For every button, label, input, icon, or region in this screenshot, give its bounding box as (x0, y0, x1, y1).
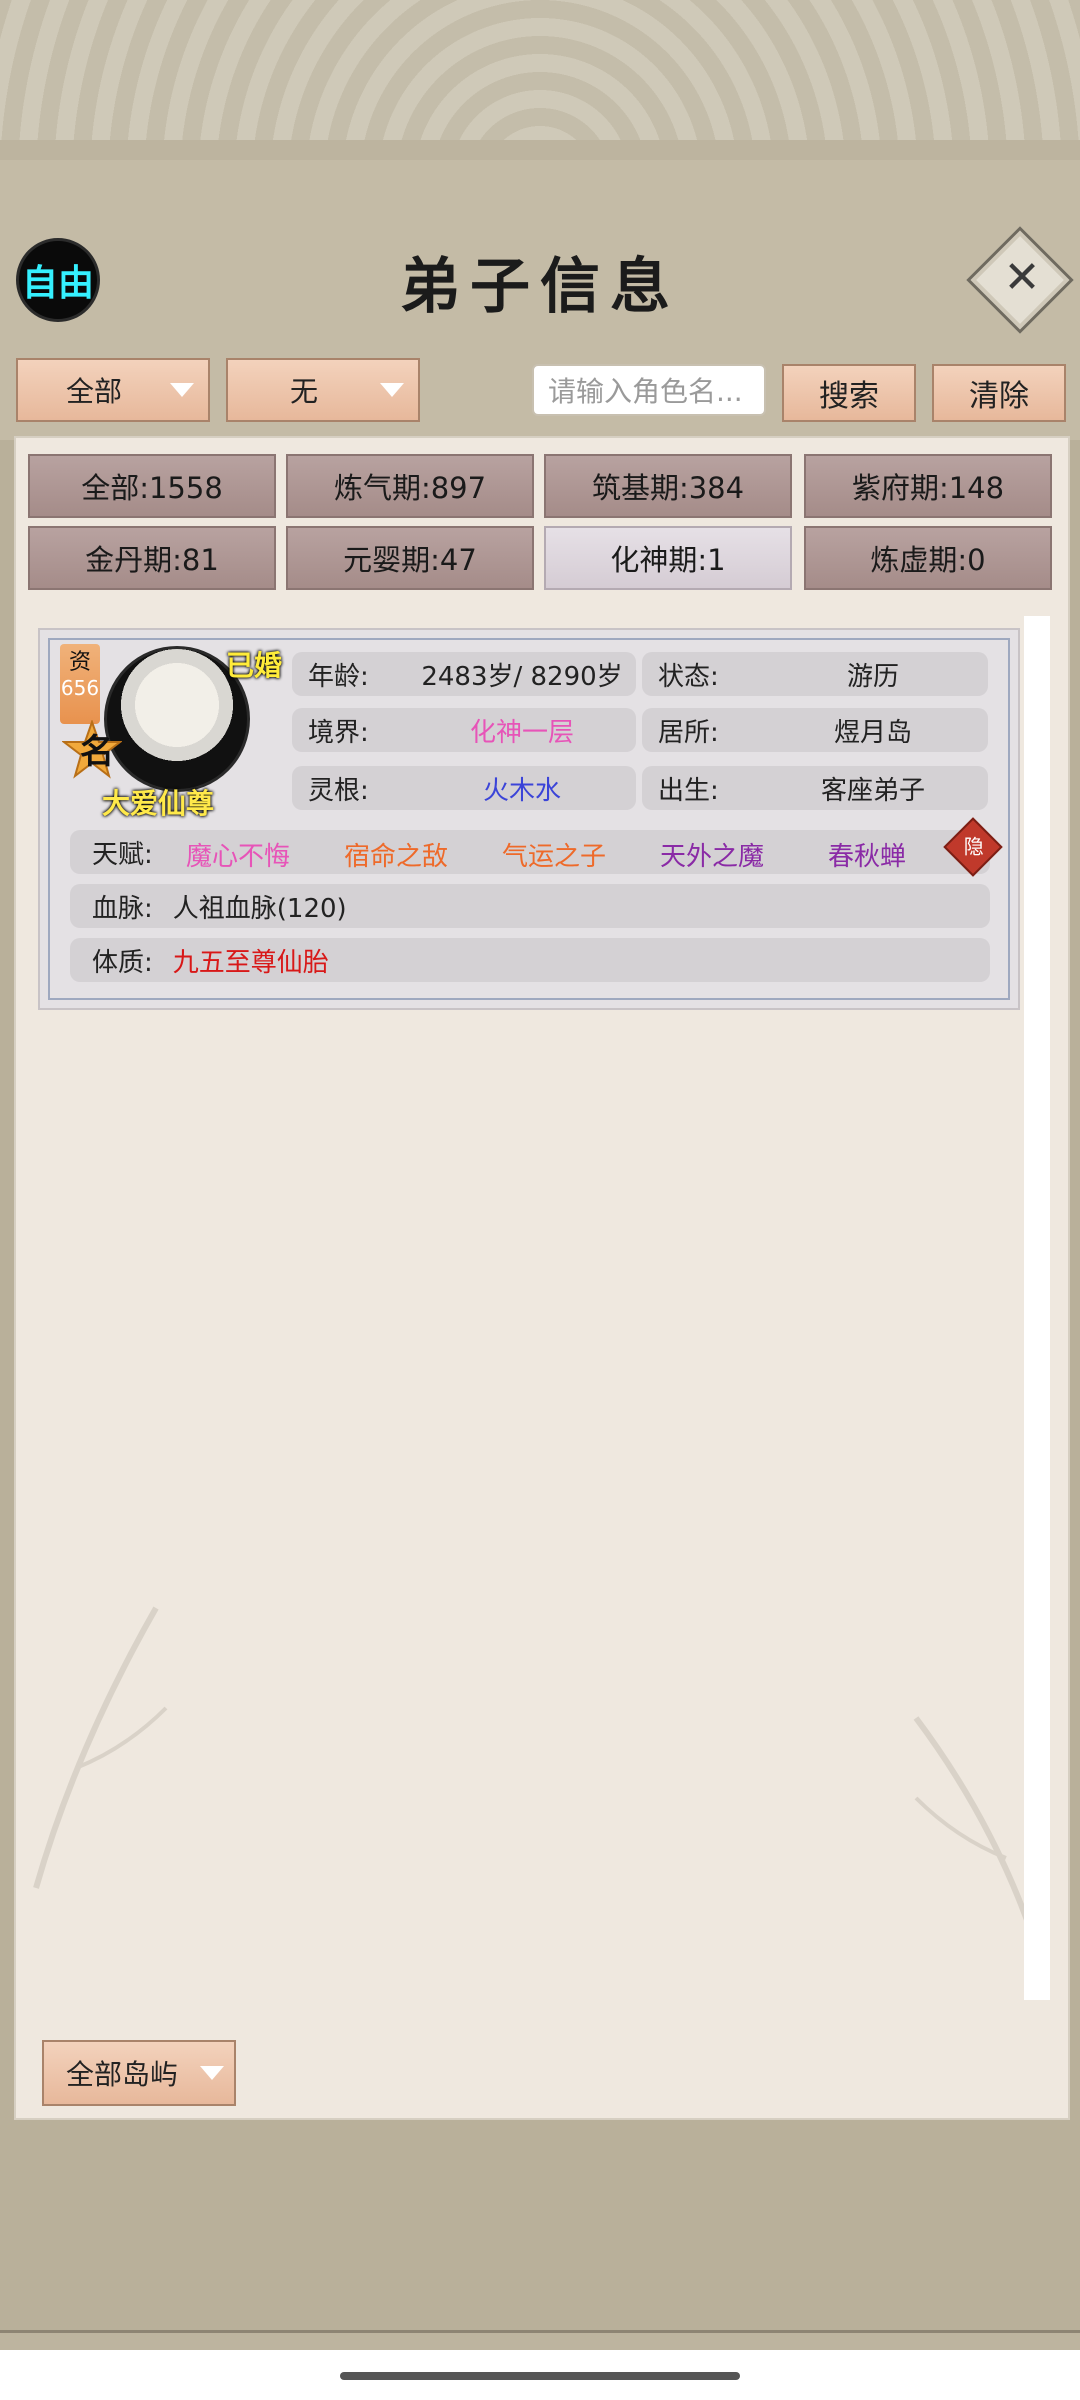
stat-void-refining[interactable]: 炼虚期:0 (804, 526, 1052, 590)
root-label: 灵根: (308, 775, 369, 806)
top-decoration (0, 0, 1080, 150)
talent-item[interactable]: 宿命之敌 (344, 836, 448, 873)
sub-filter-dropdown[interactable]: 无 (226, 358, 420, 422)
clear-button[interactable]: 清除 (932, 364, 1066, 422)
age-field: 年龄: 2483岁/ 8290岁 (292, 652, 636, 696)
origin-label: 出生: (658, 775, 719, 806)
root-field: 灵根: 火木水 (292, 766, 636, 810)
aptitude-value: 656 (60, 676, 100, 700)
stat-foundation[interactable]: 筑基期:384 (544, 454, 792, 518)
talent-item[interactable]: 气运之子 (502, 836, 606, 873)
physique-label: 体质: (92, 947, 153, 978)
chevron-down-icon (380, 383, 404, 397)
talent-label: 天赋: (92, 839, 153, 870)
root-value: 火木水 (482, 775, 561, 806)
island-filter-dropdown[interactable]: 全部岛屿 (42, 2040, 236, 2106)
stat-all[interactable]: 全部:1558 (28, 454, 276, 518)
bloodline-row: 血脉: 人祖血脉(120) (70, 884, 990, 928)
hide-label: 隐 (963, 834, 984, 859)
close-icon: ✕ (1003, 251, 1041, 303)
stat-purple-mansion[interactable]: 紫府期:148 (804, 454, 1052, 518)
search-button[interactable]: 搜索 (782, 364, 916, 422)
origin-field: 出生: 客座弟子 (642, 766, 988, 810)
bloodline-value: 人祖血脉(120) (172, 893, 347, 924)
scrollbar[interactable] (1024, 616, 1050, 2000)
talent-item[interactable]: 天外之魔 (660, 836, 764, 873)
chevron-down-icon (170, 383, 194, 397)
chevron-down-icon (200, 2066, 224, 2080)
residence-value: 煜月岛 (833, 717, 912, 748)
residence-field: 居所: 煜月岛 (642, 708, 988, 752)
status-value: 游历 (846, 661, 899, 692)
talent-item[interactable]: 春秋蝉 (828, 836, 906, 873)
age-label: 年龄: (308, 661, 369, 692)
status-field: 状态: 游历 (642, 652, 988, 696)
category-dropdown-label: 全部 (65, 375, 122, 408)
realm-value: 化神一层 (469, 717, 574, 748)
sub-filter-dropdown-label: 无 (289, 375, 318, 408)
married-badge: 已婚 (226, 649, 283, 682)
stat-qi-refining[interactable]: 炼气期:897 (286, 454, 534, 518)
character-name: 大爱仙尊 (101, 787, 214, 820)
category-dropdown[interactable]: 全部 (16, 358, 210, 422)
realm-field: 境界: 化神一层 (292, 708, 636, 752)
bloodline-label: 血脉: (92, 893, 153, 924)
stat-deity-transformation[interactable]: 化神期:1 (544, 526, 792, 590)
age-value: 2483岁/ 8290岁 (421, 661, 623, 692)
residence-label: 居所: (658, 717, 719, 748)
physique-row: 体质: 九五至尊仙胎 (70, 938, 990, 982)
fame-badge: 名 (80, 732, 114, 772)
island-filter-label: 全部岛屿 (65, 2058, 178, 2091)
status-label: 状态: (658, 661, 719, 692)
page-title: 弟子信息 (400, 252, 680, 322)
talent-item[interactable]: 魔心不悔 (186, 836, 290, 873)
origin-value: 客座弟子 (820, 775, 925, 806)
stat-nascent-soul[interactable]: 元婴期:47 (286, 526, 534, 590)
aptitude-badge: 资 656 (60, 644, 100, 724)
aptitude-label: 资 (68, 650, 91, 675)
home-indicator[interactable] (340, 2372, 740, 2380)
realm-label: 境界: (308, 717, 369, 748)
bamboo-decoration (33, 1606, 168, 1889)
stat-golden-core[interactable]: 金丹期:81 (28, 526, 276, 590)
search-input[interactable]: 请输入角色名... (532, 364, 766, 416)
avatar-area[interactable]: 资 656 已婚 名 大爱仙尊 (58, 642, 290, 822)
physique-value: 九五至尊仙胎 (172, 947, 329, 978)
